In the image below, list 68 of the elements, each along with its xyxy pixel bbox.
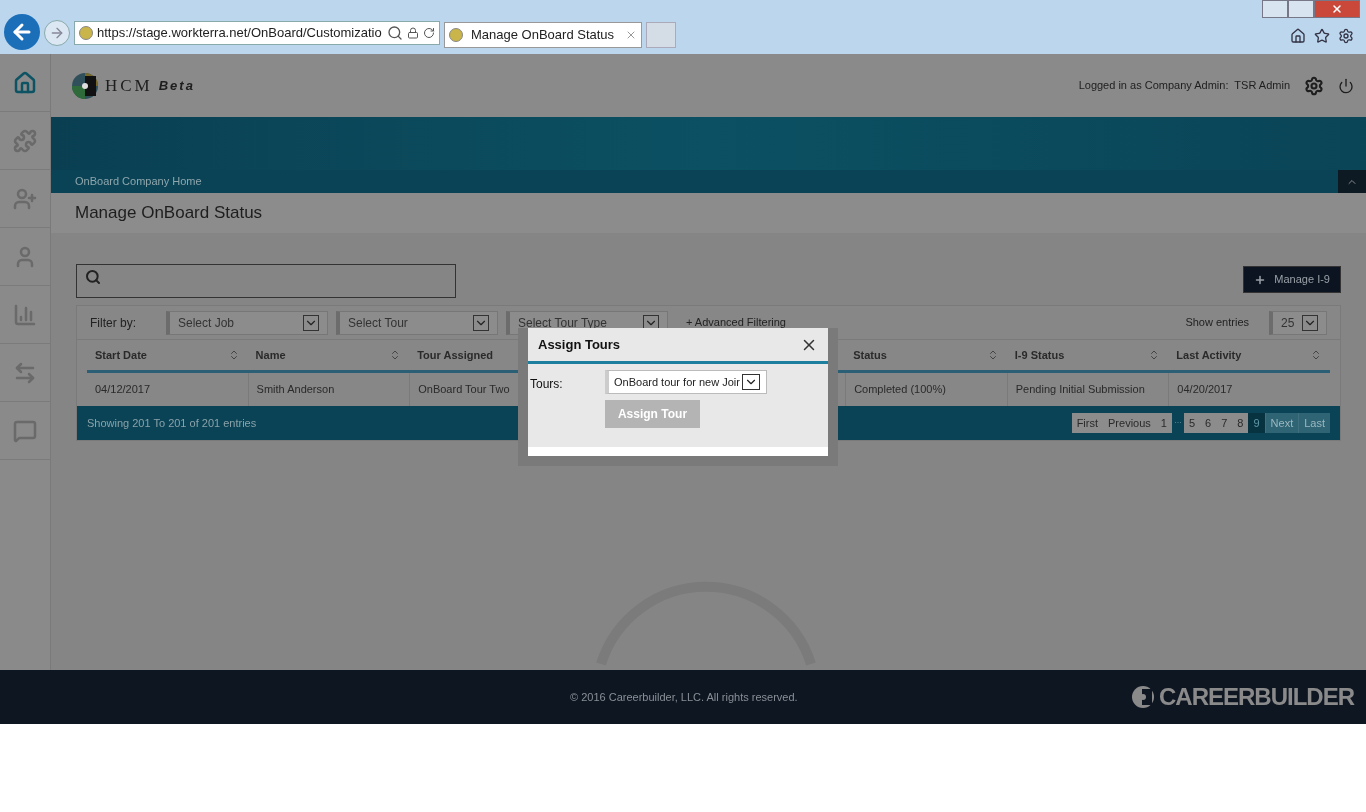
bar-chart-icon <box>13 302 37 327</box>
restore-button[interactable] <box>1288 0 1314 18</box>
settings-icon[interactable] <box>1304 75 1324 96</box>
pagination-button[interactable]: First <box>1071 413 1104 433</box>
pagination-button[interactable]: 5 <box>1183 413 1201 433</box>
pagination-button[interactable]: 8 <box>1232 413 1249 433</box>
manage-i9-button[interactable]: Manage I-9 <box>1243 266 1341 293</box>
address-bar[interactable]: https://stage.workterra.net/OnBoard/Customizatio <box>74 21 440 45</box>
settings-icon[interactable] <box>1338 28 1354 44</box>
new-tab-button[interactable] <box>646 22 676 48</box>
puzzle-icon <box>13 128 37 153</box>
advanced-filtering-link[interactable]: + Advanced Filtering <box>686 314 786 331</box>
chevron-down-icon <box>741 374 760 390</box>
select-dropdown[interactable]: Select Job <box>166 310 328 335</box>
minimize-button[interactable] <box>1262 0 1288 18</box>
forward-arrow-icon <box>49 25 65 41</box>
close-tab-icon <box>625 29 637 41</box>
site-icon <box>449 28 463 42</box>
search-field[interactable] <box>76 264 456 298</box>
site-icon <box>79 26 93 40</box>
user-plus-icon <box>13 186 37 211</box>
search-icon <box>85 269 101 285</box>
search-icon <box>387 25 403 41</box>
entries-info: Showing 201 To 201 of 201 entries <box>87 415 257 431</box>
lock-icon <box>407 27 419 39</box>
pagination-button[interactable]: 7 <box>1216 413 1233 433</box>
page-title: Manage OnBoard Status <box>75 202 263 225</box>
dialog-title: Assign Tours <box>538 335 621 354</box>
select-dropdown[interactable]: 25 <box>1269 310 1327 335</box>
arrows-icon <box>13 360 37 385</box>
chat-icon <box>13 418 37 443</box>
chevron-down-icon <box>1302 314 1318 331</box>
show-entries-label: Show entries <box>1185 315 1249 331</box>
back-button[interactable] <box>4 14 40 50</box>
close-window-button[interactable] <box>1314 0 1360 18</box>
power-icon[interactable] <box>1338 77 1354 94</box>
refresh-icon <box>423 27 435 39</box>
logged-in-text: Logged in as Company Admin: TSR Admin <box>1078 78 1290 94</box>
column-header[interactable]: Name <box>247 340 410 370</box>
star-icon[interactable] <box>1314 28 1330 44</box>
home-icon <box>13 70 37 95</box>
logo-suffix-text: Beta <box>158 76 195 95</box>
table-cell-text: 04/12/2017 <box>94 382 152 398</box>
column-header[interactable]: Last Activity <box>1168 340 1330 370</box>
pagination-button[interactable]: 6 <box>1200 413 1217 433</box>
select-dropdown[interactable]: Select Tour <box>336 310 498 335</box>
filter-label: Filter by: <box>90 314 137 332</box>
tours-select[interactable]: OnBoard tour for new Joir <box>605 370 767 394</box>
plus-icon <box>1254 273 1267 286</box>
chevron-down-icon <box>303 314 319 331</box>
column-header[interactable]: Start Date <box>87 340 248 370</box>
breadcrumb-link[interactable]: OnBoard Company Home <box>75 173 202 190</box>
pagination-button[interactable]: 9 <box>1248 413 1265 433</box>
tours-label: Tours: <box>530 376 564 393</box>
pagination-button[interactable]: Previous <box>1103 413 1156 433</box>
copyright-text: © 2016 Careerbuilder, LLC. All rights reserved. <box>570 689 798 705</box>
brand-logo-icon <box>1131 685 1155 709</box>
column-header[interactable]: I-9 Status <box>1006 340 1169 370</box>
forward-button[interactable] <box>44 20 70 46</box>
pagination-ellipsis: … <box>1172 415 1183 427</box>
logo-icon <box>71 71 99 100</box>
logo-text: HCM <box>105 74 153 97</box>
close-icon <box>1331 3 1343 15</box>
chevron-down-icon <box>473 314 489 331</box>
brand-name: CAREERBUILDER <box>1159 682 1354 712</box>
home-icon[interactable] <box>1290 28 1306 44</box>
browser-tab[interactable]: Manage OnBoard Status <box>444 22 642 48</box>
column-header[interactable]: Status <box>845 340 1007 370</box>
